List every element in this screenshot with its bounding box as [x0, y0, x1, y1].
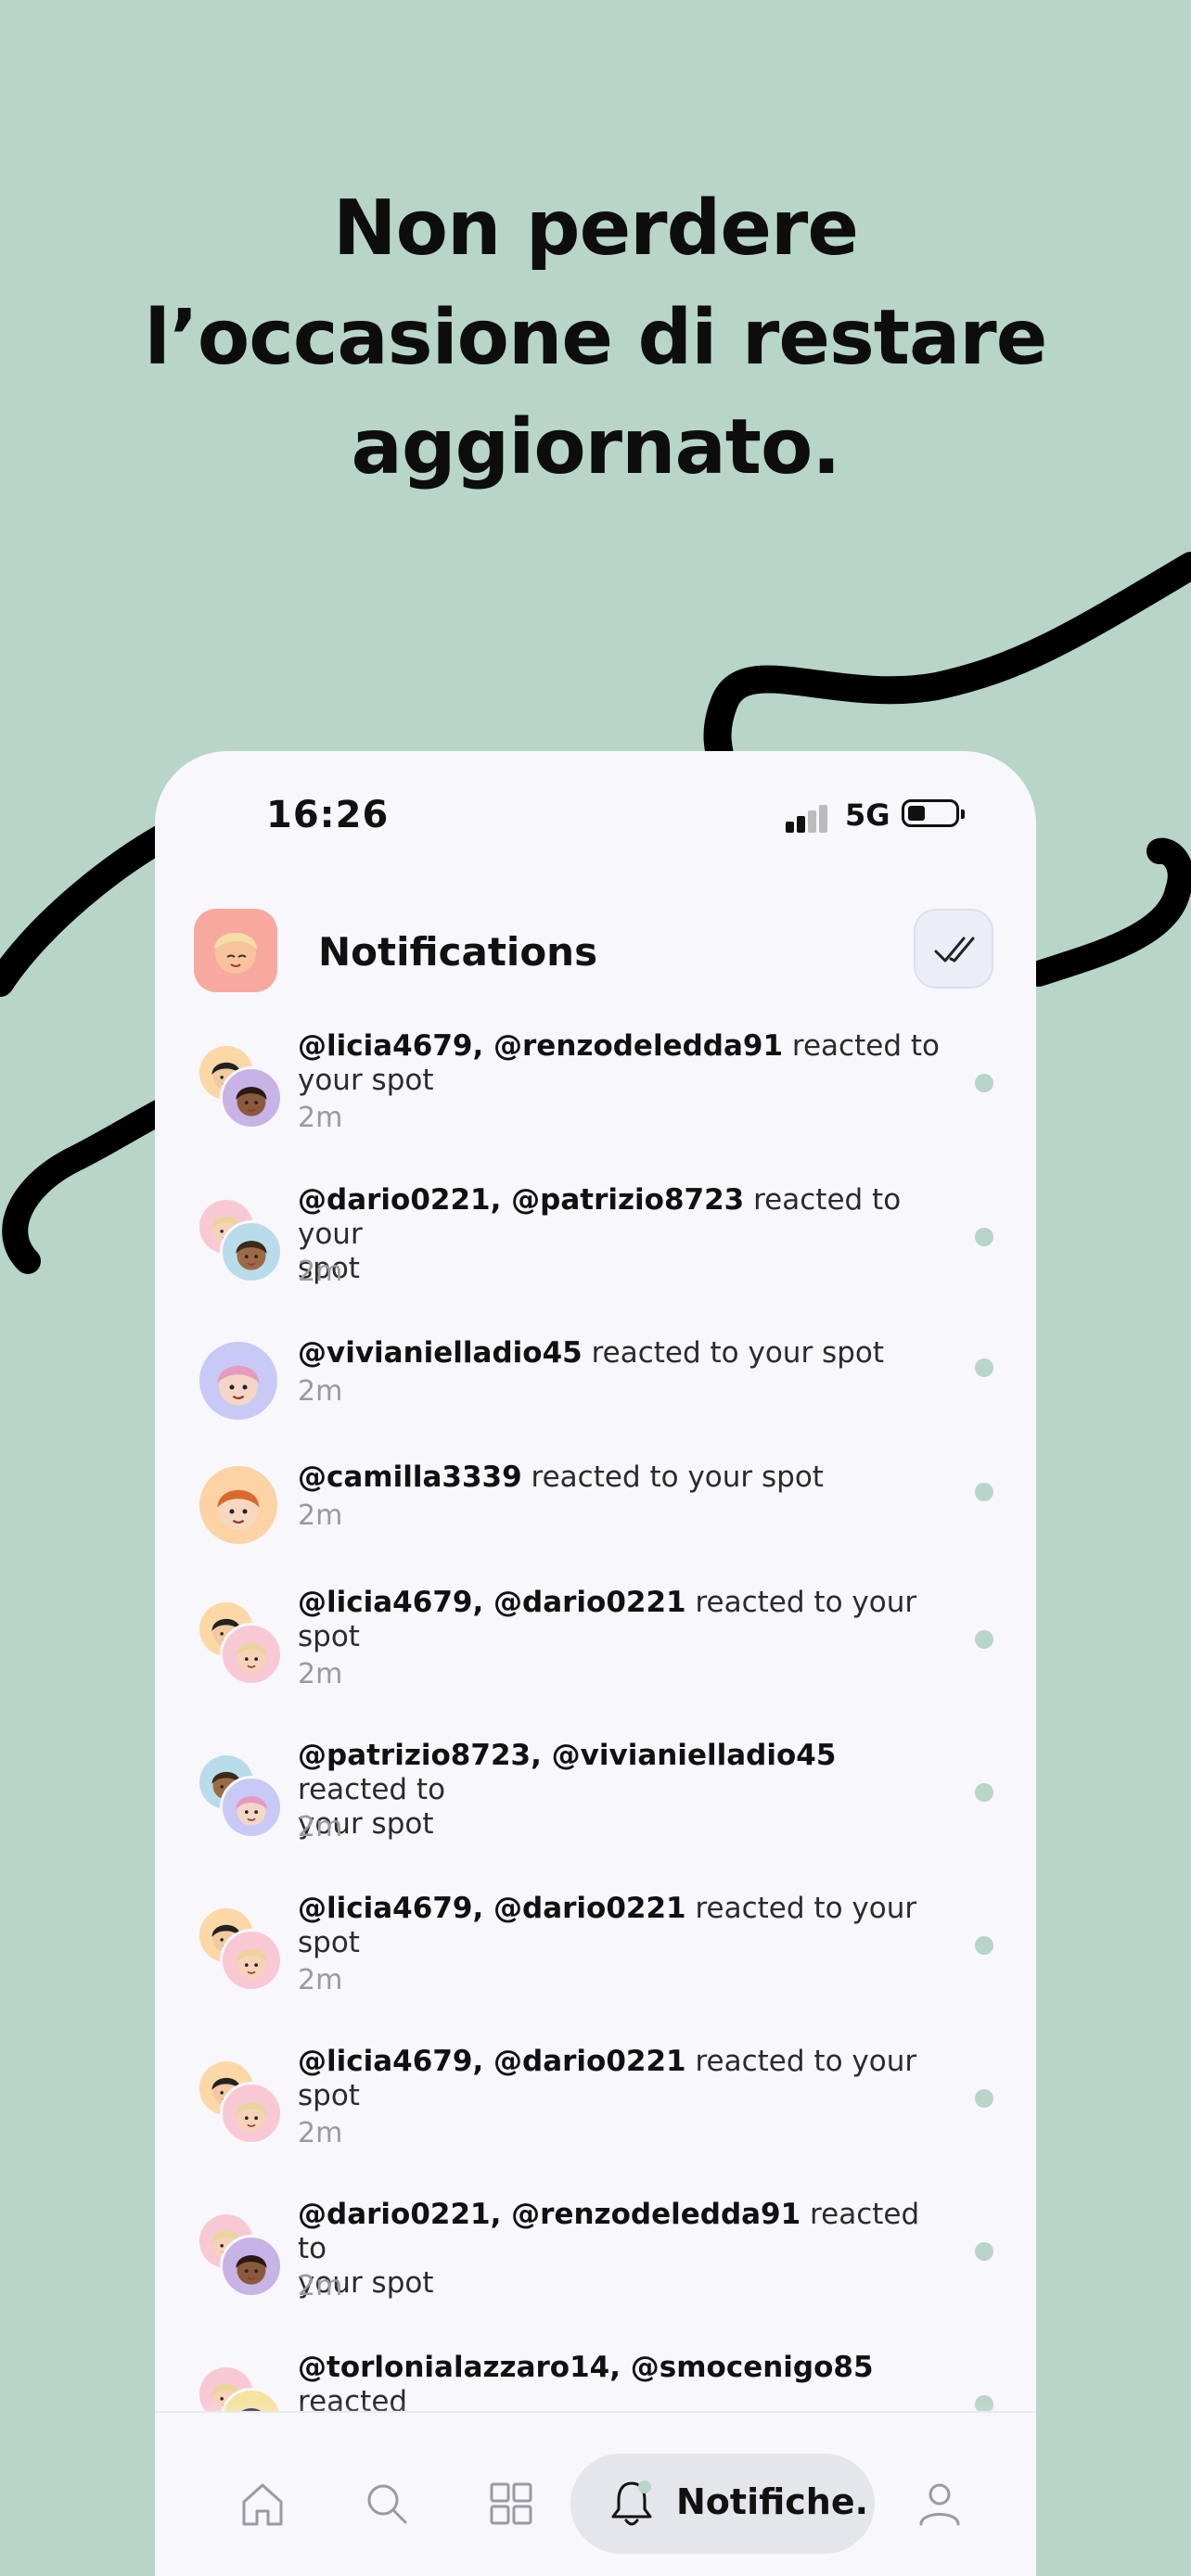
notification-action-cont: spot: [298, 1620, 360, 1653]
notification-text: @dario0221, @renzodeledda91 reacted to yo…: [298, 2198, 947, 2301]
notification-text: @licia4679, @renzodeledda91 reacted to yo…: [298, 1029, 947, 1098]
search-icon[interactable]: [361, 2478, 413, 2530]
signal-icon: [786, 803, 828, 833]
unread-dot: [975, 1936, 993, 1955]
notification-avatars: [199, 1908, 283, 1992]
notification-users[interactable]: @patrizio8723, @vivianielladio45: [298, 1739, 836, 1772]
notification-action: reacted to: [298, 1773, 446, 1806]
notification-avatars: [199, 2214, 283, 2298]
tab-notifications[interactable]: Notifiche.: [570, 2454, 875, 2554]
notification-time: 2m: [298, 1102, 343, 1134]
unread-dot: [975, 1358, 993, 1377]
notification-time: 2m: [298, 1658, 343, 1690]
notification-text: @licia4679, @dario0221 reacted to your sp…: [298, 2045, 947, 2113]
unread-dot: [975, 1074, 993, 1092]
user-avatar: [220, 1220, 283, 1283]
headline-line-2: l’occasione di restare: [144, 294, 1048, 382]
notification-action: reacted to: [783, 1029, 940, 1063]
user-avatar: [220, 1623, 283, 1686]
notification-avatars: [199, 1342, 283, 1425]
notification-users[interactable]: @licia4679, @dario0221: [298, 1586, 686, 1619]
user-avatar: [220, 1066, 283, 1129]
notification-avatars: [199, 1200, 283, 1283]
notification-text: @patrizio8723, @vivianielladio45 reacted…: [298, 1739, 947, 1842]
battery-icon: [902, 799, 965, 827]
grid-icon[interactable]: [485, 2478, 537, 2530]
bottom-tab-bar: Notifiche.: [155, 2411, 1036, 2576]
notification-users[interactable]: @licia4679, @renzodeledda91: [298, 1029, 783, 1063]
user-avatar: [220, 2082, 283, 2145]
notification-time: 2m: [298, 1811, 343, 1843]
notification-users[interactable]: @camilla3339: [298, 1460, 522, 1494]
profile-avatar[interactable]: [194, 909, 277, 992]
notification-text: @dario0221, @patrizio8723 reacted to you…: [298, 1183, 947, 1286]
user-avatar: [199, 1342, 277, 1420]
unread-dot: [975, 1630, 993, 1649]
notifications-header: Notifications: [155, 909, 1036, 1001]
notification-avatars: [199, 1755, 283, 1839]
notification-users[interactable]: @dario0221, @renzodeledda91: [298, 2198, 800, 2231]
notification-users[interactable]: @vivianielladio45: [298, 1336, 583, 1370]
notification-time: 2m: [298, 1256, 343, 1288]
notification-text: @camilla3339 reacted to your spot: [298, 1460, 947, 1495]
notification-action: reacted to your spot: [521, 1460, 824, 1494]
tab-notifications-label: Notifiche.: [676, 2481, 869, 2522]
network-type: 5G: [845, 797, 890, 833]
notification-action-cont: spot: [298, 2079, 360, 2112]
bell-icon: [611, 2480, 652, 2526]
notification-time: 2m: [298, 1964, 343, 1996]
notification-users[interactable]: @licia4679, @dario0221: [298, 1892, 686, 1925]
unread-dot: [975, 1783, 993, 1802]
double-check-icon: [934, 937, 975, 963]
headline-line-1: Non perdere: [332, 185, 859, 273]
notification-action-cont: your spot: [298, 1064, 434, 1097]
user-avatar: [220, 1776, 283, 1839]
notification-users[interactable]: @dario0221, @patrizio8723: [298, 1183, 744, 1217]
unread-dot: [975, 2089, 993, 2108]
status-bar: 16:26 5G: [155, 751, 1036, 853]
notification-users[interactable]: @torlonialazzaro14, @smocenigo85: [298, 2351, 874, 2384]
notification-text: @licia4679, @dario0221 reacted to your sp…: [298, 1586, 947, 1654]
profile-icon[interactable]: [914, 2478, 966, 2530]
notification-text: @licia4679, @dario0221 reacted to your sp…: [298, 1892, 947, 1960]
notification-action: reacted to your: [685, 2045, 917, 2078]
unread-dot: [975, 2242, 993, 2261]
status-time: 16:26: [266, 794, 390, 836]
notification-users[interactable]: @licia4679, @dario0221: [298, 2045, 686, 2078]
home-icon[interactable]: [237, 2478, 288, 2530]
headline-line-3: aggiornato.: [351, 403, 840, 491]
notification-action-cont: spot: [298, 1926, 360, 1959]
notification-action: reacted to your: [685, 1892, 917, 1925]
headline: Non perdere l’occasione di restare aggio…: [0, 174, 1191, 503]
notification-time: 2m: [298, 1375, 343, 1408]
notification-time: 2m: [298, 2270, 343, 2302]
notification-time: 2m: [298, 2117, 343, 2149]
phone-screen: 16:26 5G Notifications @licia4679, @renz…: [155, 751, 1036, 2576]
notification-avatars: [199, 1602, 283, 1686]
user-avatar: [199, 1466, 277, 1544]
notification-avatars: [199, 1466, 283, 1549]
unread-dot: [975, 1228, 993, 1246]
page-title: Notifications: [318, 929, 598, 975]
user-avatar: [220, 1929, 283, 1992]
mark-all-read-button[interactable]: [914, 909, 993, 988]
notification-avatars: [199, 1046, 283, 1129]
unread-dot: [975, 1483, 993, 1501]
notification-avatars: [199, 2061, 283, 2145]
notification-action: reacted to your spot: [582, 1336, 885, 1370]
notification-text: @vivianielladio45 reacted to your spot: [298, 1336, 947, 1371]
user-avatar: [220, 2235, 283, 2298]
notification-action: reacted to your: [685, 1586, 917, 1619]
notification-time: 2m: [298, 1499, 343, 1532]
